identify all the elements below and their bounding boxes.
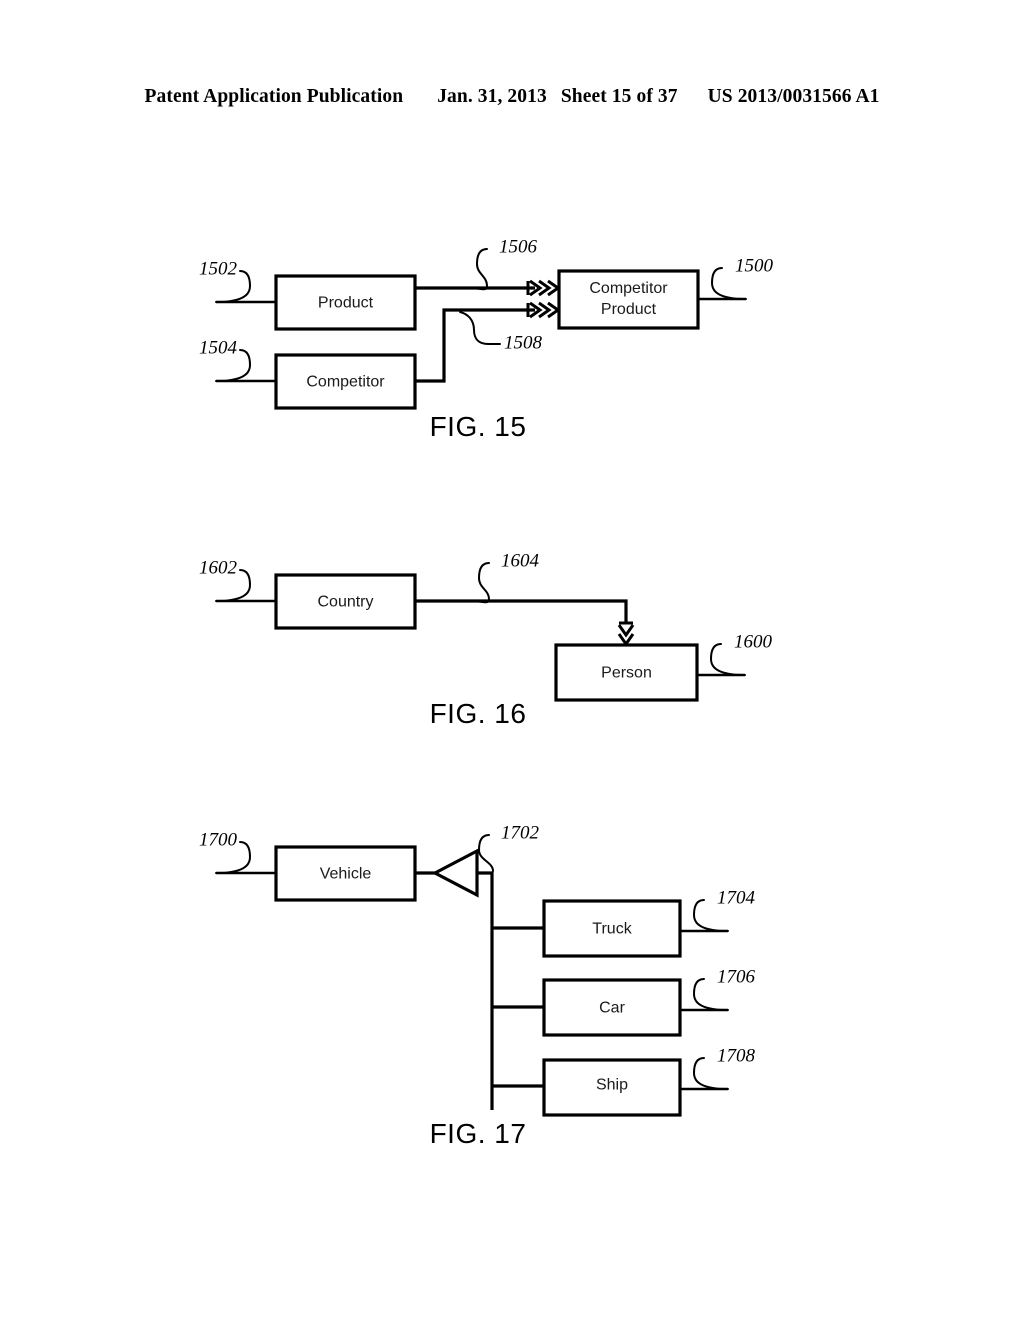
ref-1502: 1502 (199, 258, 238, 279)
ref-1600: 1600 (734, 631, 773, 652)
leader-1508 (459, 311, 501, 345)
figure-16: Country 1602 Person 1600 1604 FIG. 16 (199, 550, 773, 729)
node-truck-label: Truck (592, 921, 632, 938)
node-product-label: Product (318, 295, 374, 312)
node-vehicle-label: Vehicle (320, 866, 372, 883)
header-sheet: Sheet 15 of 37 (560, 86, 678, 107)
figure-17: Vehicle 1700 1702 Truck 1704 Car 1706 Sh… (199, 822, 756, 1149)
figure-15-caption: FIG. 15 (430, 411, 527, 442)
edge-1604-line (415, 599, 628, 623)
node-country: Country (274, 573, 417, 630)
page-header: Patent Application Publication Jan. 31, 2… (0, 86, 1024, 108)
node-country-label: Country (317, 594, 373, 611)
node-competitor-product-label-line2: Product (601, 301, 657, 318)
leader-1604 (471, 562, 491, 604)
node-person: Person (554, 643, 699, 702)
node-competitor-product-label-line1: Competitor (589, 280, 668, 297)
node-ship-label: Ship (596, 1077, 628, 1094)
figure-16-caption: FIG. 16 (430, 698, 527, 729)
header-date: Jan. 31, 2013 (437, 86, 547, 107)
node-person-label: Person (601, 665, 652, 682)
node-product: Product (274, 274, 417, 331)
leader-1506 (469, 248, 489, 291)
node-competitor-product: Competitor Product (557, 269, 700, 330)
patent-drawing-page: Patent Application Publication Jan. 31, 2… (0, 0, 1024, 1320)
ref-1504: 1504 (199, 337, 238, 358)
figure-17-caption: FIG. 17 (430, 1118, 527, 1149)
node-vehicle: Vehicle (274, 845, 417, 902)
ref-1602: 1602 (199, 557, 238, 578)
ref-1508: 1508 (504, 332, 543, 353)
figure-15: Product 1502 Competitor 1504 Competitor … (199, 236, 774, 442)
arrowhead-1604 (617, 621, 635, 647)
node-car-label: Car (599, 1000, 625, 1017)
leader-1702 (477, 834, 494, 872)
ref-1506: 1506 (499, 236, 538, 257)
ref-1702: 1702 (501, 822, 540, 843)
ref-1604: 1604 (501, 550, 540, 571)
node-competitor-label: Competitor (306, 374, 385, 391)
ref-1706: 1706 (717, 966, 756, 987)
node-car: Car (542, 978, 682, 1037)
ref-1700: 1700 (199, 829, 238, 850)
node-ship: Ship (542, 1058, 682, 1117)
ref-1708: 1708 (717, 1045, 756, 1066)
ref-1704: 1704 (717, 887, 756, 908)
node-competitor: Competitor (274, 353, 417, 410)
ref-1500: 1500 (735, 255, 774, 276)
hollow-triangle-icon (431, 848, 479, 898)
header-patent-number: US 2013/0031566 A1 (707, 86, 880, 107)
edge-generalization-trunk (477, 871, 494, 1110)
node-truck: Truck (542, 899, 682, 958)
header-publication: Patent Application Publication (144, 86, 404, 107)
